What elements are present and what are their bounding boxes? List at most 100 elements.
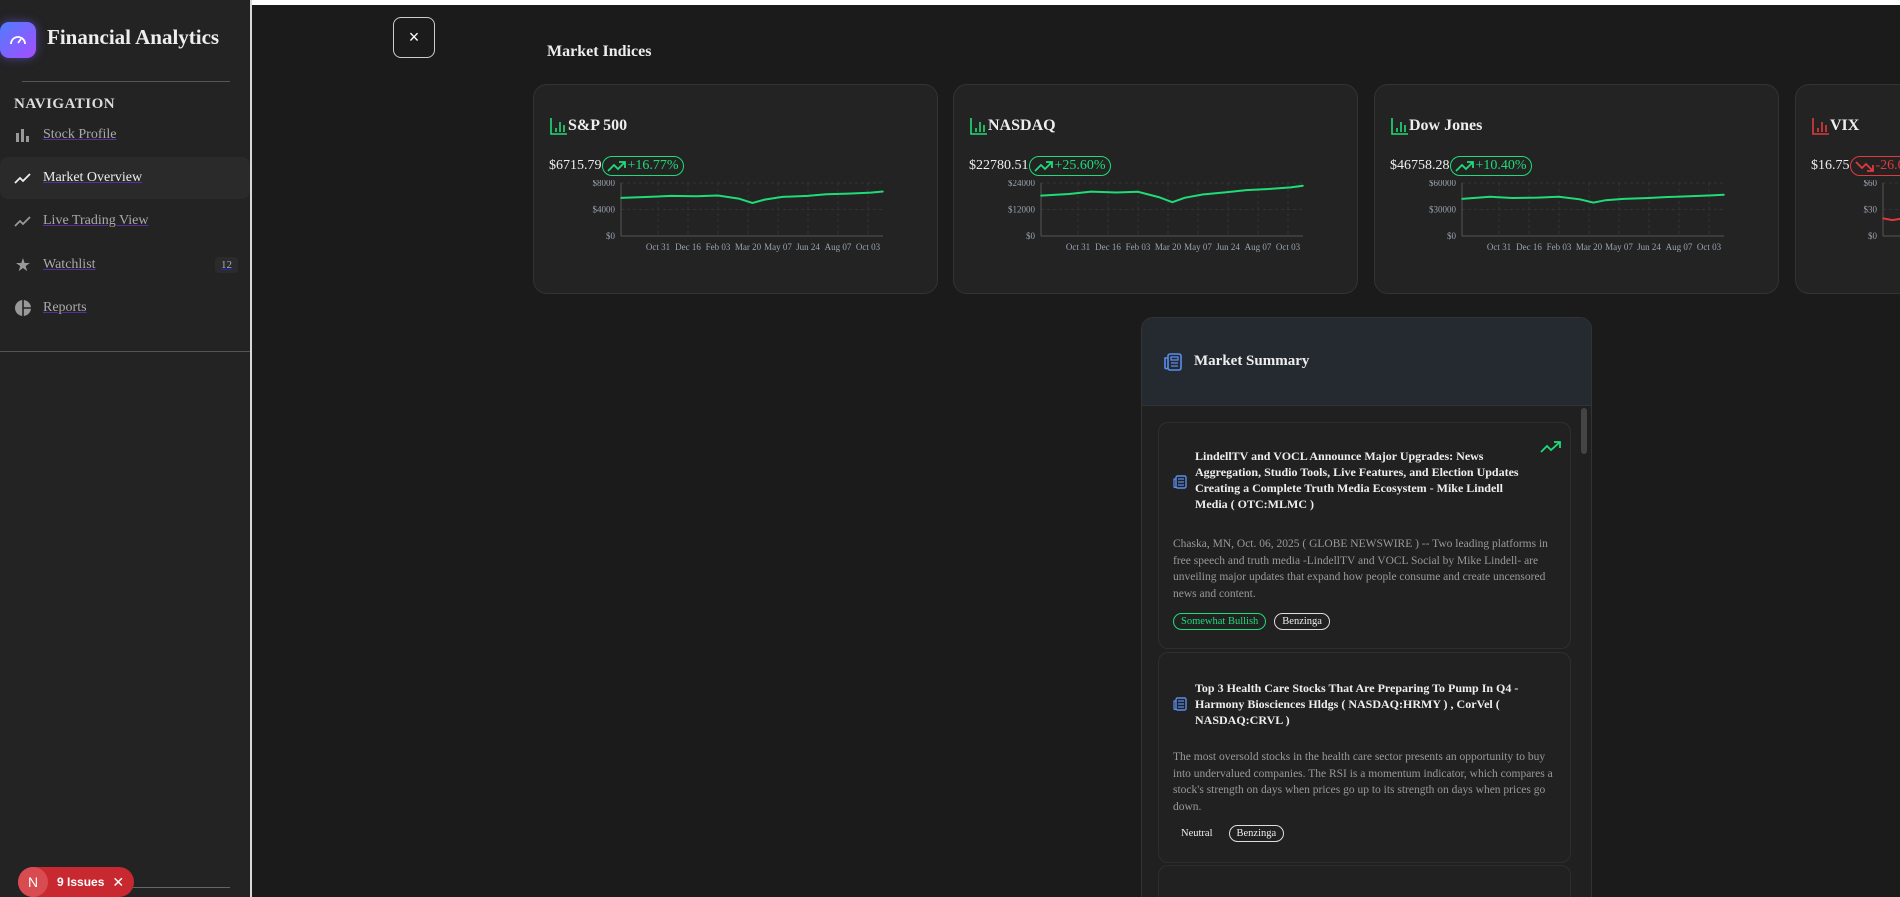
news-item[interactable]: LindellTV and VOCL Announce Major Upgrad…	[1158, 422, 1571, 649]
x-tick-label: Aug 07	[1245, 242, 1272, 252]
data-point	[670, 195, 673, 197]
nav-heading: NAVIGATION	[14, 96, 116, 112]
index-cards-carousel[interactable]: S&P 500 $6715.79 +16.77% $0 $4000 $8000 Oct 3…	[533, 84, 1900, 296]
trending-up-icon	[1540, 441, 1561, 453]
index-card[interactable]: NASDAQ $22780.51 +25.60% $0 $12000 $24000 Oct…	[953, 84, 1358, 294]
market-summary-title: Market Summary	[1194, 353, 1310, 369]
data-point	[763, 198, 766, 201]
divider	[130, 887, 230, 888]
divider	[0, 351, 250, 352]
star-icon: ★	[14, 254, 32, 275]
y-tick-label: $8000	[593, 180, 616, 188]
market-summary-panel: Market Summary LindellTV and VOCL Announ…	[1141, 317, 1592, 897]
data-point	[1723, 193, 1725, 196]
change-badge: +16.77%	[601, 156, 684, 176]
sidebar-item-live-trading-view[interactable]: Live Trading View	[0, 200, 250, 242]
data-point	[1115, 191, 1118, 194]
change-badge: +10.40%	[1449, 156, 1532, 176]
market-summary-header: Market Summary	[1142, 318, 1591, 406]
data-point	[806, 195, 809, 197]
y-tick-label: $30000	[1429, 205, 1457, 215]
y-tick-label: $4000	[593, 205, 616, 215]
data-point	[737, 197, 740, 200]
x-tick-label: Oct 31	[1066, 242, 1090, 252]
x-tick-label: Dec 16	[1516, 242, 1542, 252]
change-value: +16.77%	[627, 158, 679, 173]
change-value: -26.0	[1875, 158, 1900, 173]
news-description: The most oversold stocks in the health c…	[1173, 751, 1553, 813]
index-name: S&P 500	[568, 117, 628, 134]
index-price: $46758.28	[1390, 158, 1450, 173]
source-tag: Benzinga	[1228, 825, 1285, 842]
series-line	[1040, 184, 1304, 204]
data-point	[1245, 189, 1248, 191]
sidebar-item-stock-profile[interactable]: Stock Profile	[0, 114, 250, 156]
data-point	[1226, 191, 1229, 193]
x-tick-label: Jun 24	[1637, 242, 1661, 252]
x-tick-label: Oct 03	[856, 242, 881, 252]
x-tick-label: Mar 20	[1576, 242, 1603, 252]
series-line	[1882, 217, 1900, 222]
data-point	[1558, 195, 1560, 198]
close-icon[interactable]: ✕	[112, 874, 124, 891]
index-price: $16.75	[1811, 158, 1850, 173]
bar-chart-icon	[970, 118, 987, 135]
data-point	[882, 190, 884, 193]
sidebar-item-market-overview[interactable]: Market Overview	[0, 157, 250, 199]
x-tick-label: Oct 03	[1276, 242, 1301, 252]
data-point	[1489, 195, 1491, 198]
change-badge: +25.60%	[1028, 156, 1111, 176]
news-item[interactable]	[1158, 865, 1571, 897]
trend-line-icon	[12, 171, 34, 185]
index-card[interactable]: VIX $16.75 -26.0 $0$30$60Oct 31	[1795, 84, 1900, 294]
news-description: Chaska, MN, Oct. 06, 2025 ( GLOBE NEWSWI…	[1173, 538, 1548, 600]
index-chart: $0$30$60Oct 31	[1864, 180, 1900, 241]
x-tick-label: May 07	[764, 242, 792, 252]
x-tick-label: Dec 16	[1095, 242, 1121, 252]
index-chart: $0 $30000 $60000 Oct 31 Dec 16 Feb 03 Mar 20 Ma…	[1429, 180, 1725, 252]
sentiment-tag: Somewhat Bullish	[1173, 613, 1267, 630]
sidebar-item-reports[interactable]: Reports	[0, 287, 250, 329]
change-badge: -26.0	[1849, 156, 1900, 176]
sidebar: Financial Analytics NAVIGATION Stock Pro…	[0, 0, 252, 897]
x-tick-label: May 07	[1184, 242, 1212, 252]
y-tick-label: $24000	[1008, 180, 1036, 188]
data-point	[1647, 197, 1650, 199]
index-price: $6715.79	[549, 158, 602, 173]
index-chart: $0 $12000 $24000 Oct 31 Dec 16 Feb 03 Mar 20 Ma…	[1008, 180, 1304, 252]
x-tick-label: Aug 07	[825, 242, 852, 252]
data-point	[717, 194, 719, 197]
data-point	[648, 196, 650, 198]
data-point	[869, 191, 872, 194]
index-chart: $0 $4000 $8000 Oct 31 Dec 16 Feb 03 Mar 20 May …	[593, 180, 884, 252]
x-tick-label: Mar 20	[735, 242, 762, 252]
y-tick-label: $60000	[1429, 180, 1457, 188]
index-card[interactable]: S&P 500 $6715.79 +16.77% $0 $4000 $8000 Oct 3…	[533, 84, 938, 294]
data-point	[620, 197, 622, 199]
trending-up-icon	[606, 160, 626, 172]
data-point	[1592, 201, 1595, 204]
data-point	[1137, 191, 1139, 193]
source-tag: Benzinga	[1274, 613, 1330, 630]
news-title[interactable]: Top 3 Health Care Stocks That Are Prepar…	[1195, 680, 1535, 728]
index-card[interactable]: Dow Jones $46758.28 +10.40% $0 $30000 $60000…	[1374, 84, 1779, 294]
news-item[interactable]: Top 3 Health Care Stocks That Are Prepar…	[1158, 652, 1571, 863]
pie-chart-icon	[12, 299, 34, 317]
index-name: VIX	[1830, 117, 1860, 134]
bar-chart-icon	[550, 118, 567, 135]
close-button[interactable]: ×	[393, 17, 435, 58]
x-tick-label: Feb 03	[1547, 242, 1572, 252]
issues-label: 9 Issues	[57, 875, 105, 889]
sidebar-item-watchlist[interactable]: ★ Watchlist 12	[0, 244, 250, 286]
index-name: Dow Jones	[1409, 117, 1483, 134]
data-point	[1068, 193, 1070, 195]
data-point	[1511, 197, 1514, 199]
change-value: +25.60%	[1054, 158, 1106, 173]
issues-badge[interactable]: N 9 Issues ✕	[18, 867, 135, 897]
y-tick-label: $0	[1868, 231, 1878, 241]
news-title[interactable]: LindellTV and VOCL Announce Major Upgrad…	[1195, 448, 1535, 512]
speedometer-icon	[0, 22, 36, 58]
newspaper-icon	[1164, 352, 1182, 371]
watchlist-count-badge: 12	[215, 257, 238, 273]
scrollbar[interactable]	[1581, 408, 1587, 454]
